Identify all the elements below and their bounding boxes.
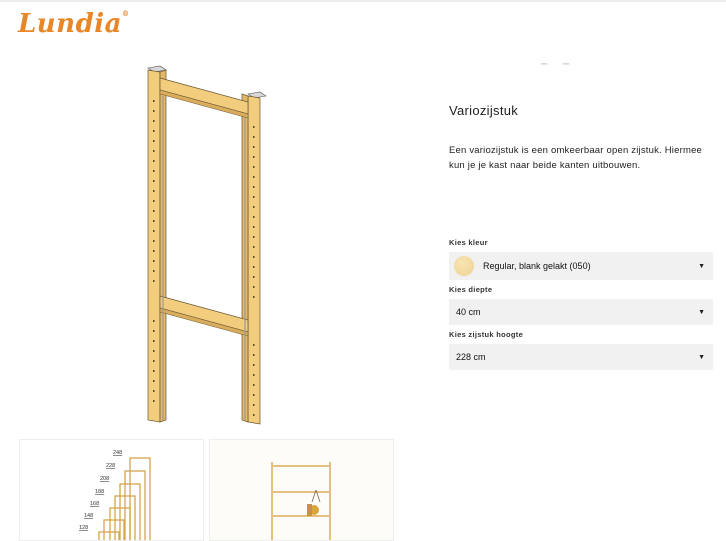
height-label-228: 228 (106, 463, 115, 469)
depth-select[interactable]: 40 cm ▼ (449, 299, 713, 325)
color-label: Kies kleur (449, 238, 488, 247)
height-label-248: 248 (113, 450, 122, 456)
chevron-down-icon: ▼ (698, 308, 705, 316)
color-value: Regular, blank gelakt (050) (483, 261, 591, 271)
chevron-down-icon: ▼ (698, 262, 705, 270)
height-label: Kies zijstuk hoogte (449, 330, 524, 339)
shelf-photo (210, 440, 393, 540)
product-title: Variozijstuk (449, 103, 519, 118)
height-value: 228 cm (456, 352, 486, 362)
height-label-168: 168 (90, 501, 99, 507)
thumbnail-height-overview[interactable]: 248 228 208 188 168 148 128 (19, 439, 204, 541)
product-description: Een variozijstuk is een omkeerbaar open … (449, 145, 703, 171)
height-label-148: 148 (84, 513, 93, 519)
logo-trademark: ® (122, 9, 130, 18)
depth-label: Kies diepte (449, 285, 493, 294)
color-swatch (454, 256, 474, 276)
height-select[interactable]: 228 cm ▼ (449, 344, 713, 370)
height-label-208: 208 (100, 476, 109, 482)
height-overview-diagram: 248 228 208 188 168 148 128 (79, 450, 151, 540)
lundia-logo[interactable]: Lundia® (18, 9, 130, 39)
height-label-128: 128 (79, 525, 88, 531)
depth-value: 40 cm (456, 307, 481, 317)
logo-text: Lundia (18, 9, 122, 39)
top-border (0, 0, 726, 2)
color-select[interactable]: Regular, blank gelakt (050) ▼ (449, 252, 713, 280)
chevron-down-icon: ▼ (698, 353, 705, 361)
product-image (147, 65, 267, 425)
height-label-188: 188 (95, 489, 104, 495)
thumbnail-shelf-photo[interactable] (209, 439, 394, 541)
